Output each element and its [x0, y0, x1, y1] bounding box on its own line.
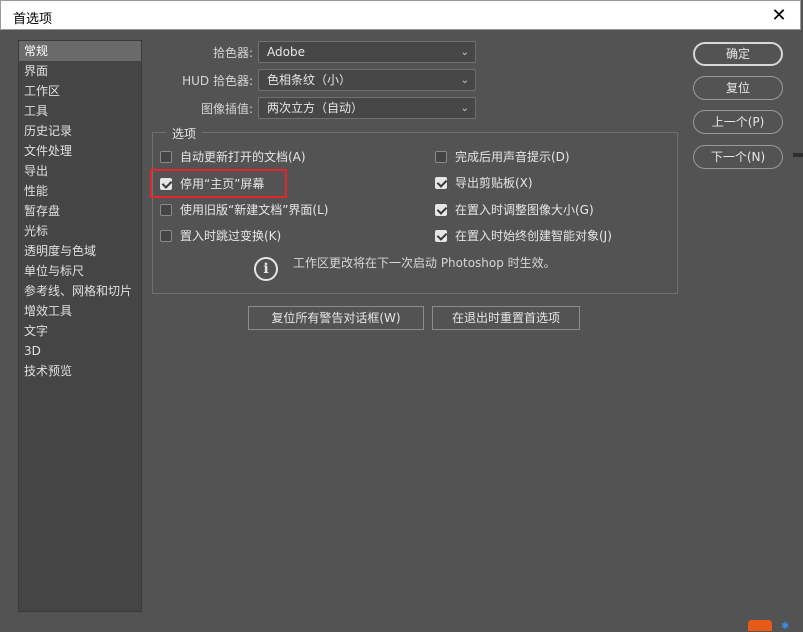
- auto-update-label: 自动更新打开的文档(A): [180, 150, 306, 164]
- sidebar-item-units-rulers[interactable]: 单位与标尺: [19, 261, 141, 281]
- sidebar-item-scratch-disks[interactable]: 暂存盘: [19, 201, 141, 221]
- sidebar-item-type[interactable]: 文字: [19, 321, 141, 341]
- sidebar-item-interface[interactable]: 界面: [19, 61, 141, 81]
- chevron-down-icon: ⌄: [460, 47, 469, 58]
- reset-warnings-button[interactable]: 复位所有警告对话框(W): [248, 306, 424, 330]
- skip-transform-label: 置入时跳过变换(K): [180, 229, 282, 243]
- sidebar-item-tech-preview[interactable]: 技术预览: [19, 361, 141, 381]
- info-text: 工作区更改将在下一次启动 Photoshop 时生效。: [293, 256, 556, 270]
- sidebar: 常规 界面 工作区 工具 历史记录 文件处理 导出 性能 暂存盘 光标 透明度与…: [18, 40, 142, 612]
- checkbox-box: [160, 230, 172, 242]
- checkbox-box: [160, 151, 172, 163]
- reset-on-quit-button[interactable]: 在退出时重置首选项: [432, 306, 580, 330]
- sidebar-item-performance[interactable]: 性能: [19, 181, 141, 201]
- sidebar-item-workspace[interactable]: 工作区: [19, 81, 141, 101]
- window-edge: [793, 153, 803, 157]
- app-logo-icon: [748, 620, 772, 631]
- highlight-annotation: [150, 169, 287, 198]
- hud-picker-row: HUD 拾色器:: [150, 69, 253, 91]
- smart-objects-label: 在置入时始终创建智能对象(J): [455, 229, 612, 243]
- resize-on-place-label: 在置入时调整图像大小(G): [455, 203, 594, 217]
- legacy-new-doc-label: 使用旧版“新建文档”界面(L): [180, 203, 329, 217]
- interpolation-value: 两次立方（自动）: [267, 101, 364, 115]
- checkbox-box: [160, 204, 172, 216]
- chevron-down-icon: ⌄: [460, 75, 469, 86]
- close-icon[interactable]: ✕: [768, 5, 790, 27]
- options-group-title: 选项: [166, 125, 203, 142]
- hud-picker-label: HUD 拾色器:: [182, 74, 253, 88]
- next-button[interactable]: 下一个(N): [693, 145, 783, 169]
- hud-picker-select[interactable]: 色相条纹（小） ⌄: [258, 69, 476, 91]
- sidebar-item-export[interactable]: 导出: [19, 161, 141, 181]
- color-picker-value: Adobe: [267, 45, 305, 59]
- sidebar-item-plugins[interactable]: 增效工具: [19, 301, 141, 321]
- interpolation-select[interactable]: 两次立方（自动） ⌄: [258, 97, 476, 119]
- sidebar-item-3d[interactable]: 3D: [19, 341, 141, 361]
- sidebar-item-general[interactable]: 常规: [19, 41, 141, 61]
- checkbox-box-checked: [435, 204, 447, 216]
- checkbox-box: [435, 151, 447, 163]
- export-clipboard-label: 导出剪贴板(X): [455, 176, 533, 190]
- info-icon: i: [254, 257, 278, 281]
- ok-button[interactable]: 确定: [693, 42, 783, 66]
- prev-button[interactable]: 上一个(P): [693, 110, 783, 134]
- beep-label: 完成后用声音提示(D): [455, 150, 570, 164]
- interpolation-label: 图像插值:: [200, 102, 253, 116]
- color-picker-label: 拾色器:: [212, 46, 253, 60]
- hud-picker-value: 色相条纹（小）: [267, 73, 352, 87]
- window-title: 首选项: [13, 12, 53, 27]
- chevron-down-icon: ⌄: [460, 103, 469, 114]
- checkbox-box-checked: [435, 230, 447, 242]
- sidebar-item-file-handling[interactable]: 文件处理: [19, 141, 141, 161]
- titlebar: 首选项 ✕: [0, 0, 801, 30]
- sidebar-item-tools[interactable]: 工具: [19, 101, 141, 121]
- reset-button[interactable]: 复位: [693, 76, 783, 100]
- color-picker-row: 拾色器:: [150, 41, 253, 63]
- checkbox-box-checked: [435, 177, 447, 189]
- interpolation-row: 图像插值:: [150, 97, 253, 119]
- sidebar-item-transparency[interactable]: 透明度与色域: [19, 241, 141, 261]
- sidebar-item-cursors[interactable]: 光标: [19, 221, 141, 241]
- sidebar-item-guides-grid[interactable]: 参考线、网格和切片: [19, 281, 141, 301]
- sidebar-item-history[interactable]: 历史记录: [19, 121, 141, 141]
- color-picker-select[interactable]: Adobe ⌄: [258, 41, 476, 63]
- tray-icon: ✱: [781, 621, 790, 632]
